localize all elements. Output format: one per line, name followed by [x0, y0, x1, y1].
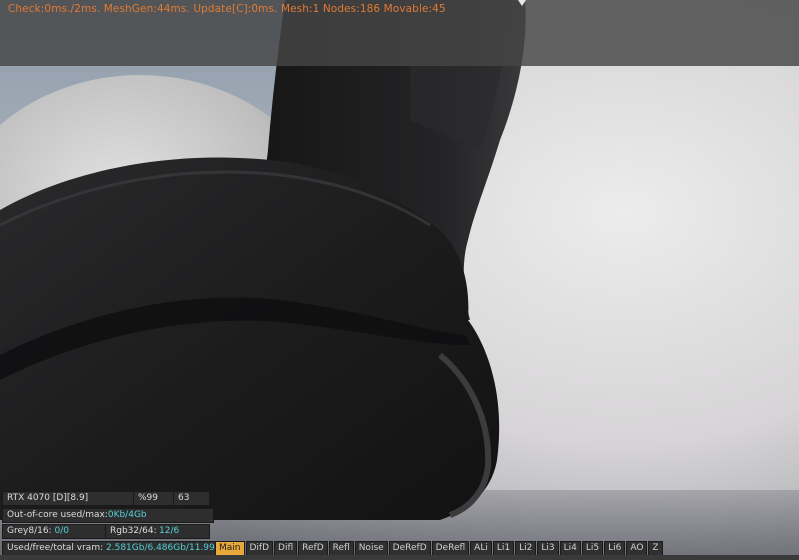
- device-usage: %99: [133, 492, 158, 505]
- tab-refl[interactable]: Refl: [328, 541, 354, 556]
- tab-li1[interactable]: Li1: [492, 541, 515, 556]
- out-of-core-row: Out-of-core used/max:0Kb/4Gb: [2, 508, 214, 523]
- rgb-value: 12/6: [159, 526, 180, 536]
- grey-row: Grey8/16: 0/0 Rgb32/64: 12/6: [2, 524, 210, 539]
- vram-row: Used/free/total vram: 2.581Gb/6.486Gb/11…: [2, 541, 217, 556]
- tab-z[interactable]: Z: [648, 541, 663, 556]
- device-name: RTX 4070 [D][8.9]: [7, 493, 89, 503]
- grey-value: 0/0: [54, 526, 69, 536]
- tab-main[interactable]: Main: [215, 541, 245, 556]
- render-image: [0, 0, 799, 560]
- tab-li6[interactable]: Li6: [604, 541, 626, 556]
- device-temp: 63: [173, 492, 189, 505]
- tab-li5[interactable]: Li5: [581, 541, 604, 556]
- bottom-strip: [0, 555, 799, 560]
- stats-overlay: Check:0ms./2ms. MeshGen:44ms. Update[C]:…: [0, 0, 799, 66]
- tab-ao[interactable]: AO: [626, 541, 648, 556]
- tab-li4[interactable]: Li4: [559, 541, 581, 556]
- device-row: RTX 4070 [D][8.9] %99 63: [2, 491, 210, 506]
- tab-li3[interactable]: Li3: [537, 541, 559, 556]
- tab-li2[interactable]: Li2: [515, 541, 537, 556]
- tab-difd[interactable]: DifD: [245, 541, 274, 556]
- tab-noise[interactable]: Noise: [354, 541, 388, 556]
- rgb-label: Rgb32/64:: [105, 525, 157, 538]
- out-of-core-label: Out-of-core used/max:: [7, 510, 108, 520]
- tab-refd[interactable]: RefD: [298, 541, 328, 556]
- grey-label: Grey8/16:: [7, 526, 52, 536]
- vram-label: Used/free/total vram:: [7, 543, 104, 553]
- stats-text: Check:0ms./2ms. MeshGen:44ms. Update[C]:…: [8, 3, 446, 15]
- tab-derefd[interactable]: DeRefD: [388, 541, 431, 556]
- vram-value: 2.581Gb/6.486Gb/11.99: [106, 543, 215, 553]
- render-pass-tabs: Main DifD Difl RefD Refl Noise DeRefD DeRefl ALi…: [215, 541, 664, 556]
- tab-derefl[interactable]: DeRefl: [431, 541, 470, 556]
- tab-ali[interactable]: ALi: [470, 541, 492, 556]
- out-of-core-value: 0Kb/4Gb: [107, 510, 147, 520]
- tab-difl[interactable]: Difl: [274, 541, 298, 556]
- render-viewport[interactable]: Check:0ms./2ms. MeshGen:44ms. Update[C]:…: [0, 0, 799, 560]
